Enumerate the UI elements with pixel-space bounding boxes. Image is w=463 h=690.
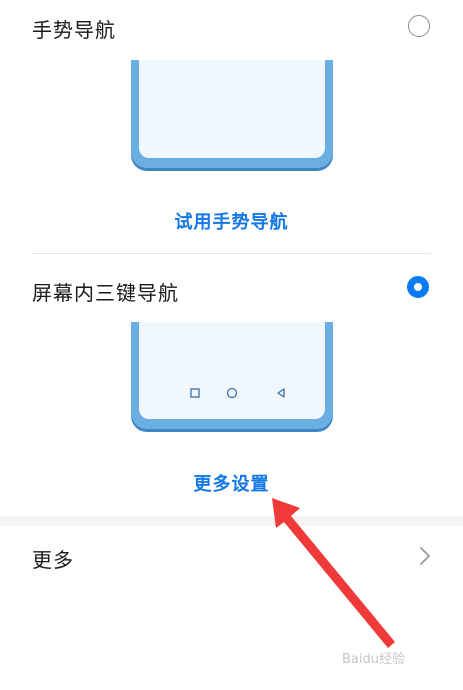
annotation-arrow-icon (272, 498, 395, 648)
baidu-watermark: Baidu经验 (342, 652, 405, 667)
